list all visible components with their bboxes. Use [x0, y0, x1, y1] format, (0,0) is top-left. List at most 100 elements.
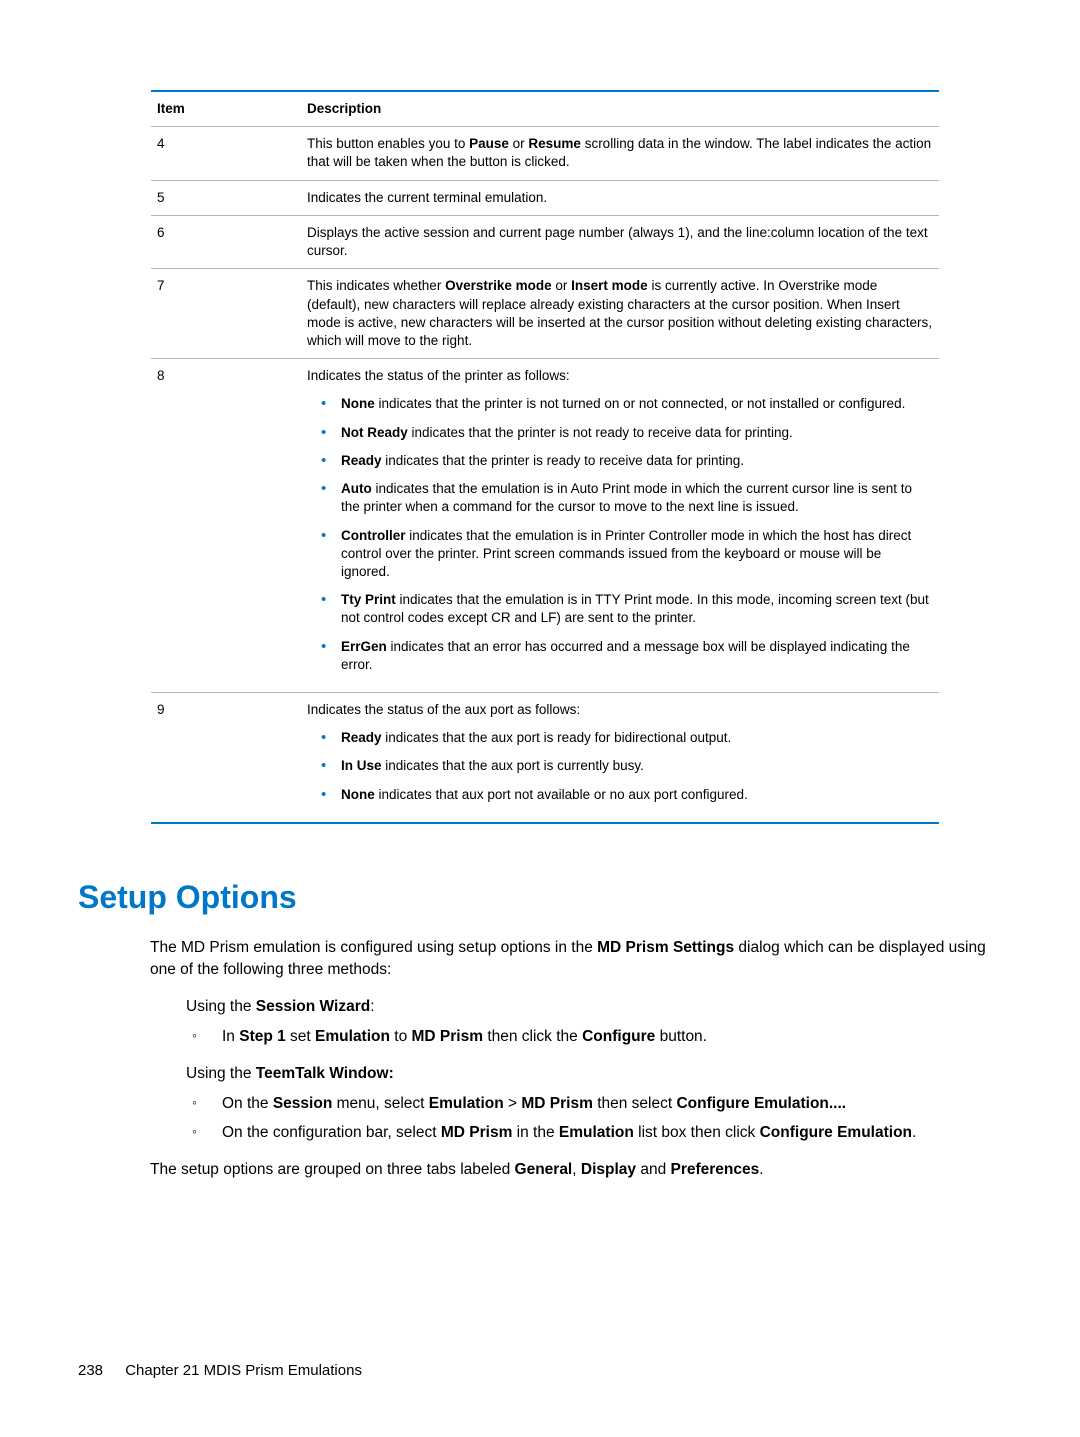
bold-text: Session: [273, 1095, 332, 1112]
bold-text: MD Prism: [441, 1124, 513, 1141]
bold-text: Step 1: [239, 1028, 286, 1045]
bold-text: Ready: [341, 730, 382, 745]
table-row: 4 This button enables you to Pause or Re…: [151, 127, 939, 180]
document-page: Item Description 4 This button enables y…: [0, 0, 1080, 1437]
bold-text: Overstrike mode: [445, 278, 552, 293]
text: Indicates the status of the aux port as …: [307, 702, 580, 717]
list-item: In Use indicates that the aux port is cu…: [321, 757, 933, 775]
text: list box then click: [634, 1124, 760, 1141]
text: to: [390, 1028, 412, 1045]
text: Using the: [186, 1065, 256, 1082]
cell-item: 5: [151, 180, 301, 215]
bold-text: MD Prism: [521, 1095, 593, 1112]
bold-text: Display: [581, 1161, 636, 1178]
bullet-list: Ready indicates that the aux port is rea…: [307, 729, 933, 804]
cell-desc: Displays the active session and current …: [301, 215, 939, 268]
bold-text: General: [515, 1161, 573, 1178]
bold-text: Emulation: [429, 1095, 504, 1112]
text: indicates that the emulation is in Auto …: [341, 481, 912, 514]
text: then select: [593, 1095, 677, 1112]
list-item: Controller indicates that the emulation …: [321, 527, 933, 582]
list-item: None indicates that aux port not availab…: [321, 786, 933, 804]
bold-text: Ready: [341, 453, 382, 468]
text: On the configuration bar, select: [222, 1124, 441, 1141]
text: The MD Prism emulation is configured usi…: [150, 939, 597, 956]
text: .: [912, 1124, 916, 1141]
text: ,: [572, 1161, 581, 1178]
table-row: 9 Indicates the status of the aux port a…: [151, 693, 939, 823]
bold-text: Emulation: [559, 1124, 634, 1141]
text: >: [504, 1095, 522, 1112]
page-footer: 238 Chapter 21 MDIS Prism Emulations: [78, 1361, 362, 1381]
bold-text: None: [341, 396, 375, 411]
text: indicates that the aux port is ready for…: [382, 730, 732, 745]
list-item: ErrGen indicates that an error has occur…: [321, 638, 933, 674]
text: indicates that the aux port is currently…: [382, 758, 644, 773]
bold-text: Auto: [341, 481, 372, 496]
text: The setup options are grouped on three t…: [150, 1161, 515, 1178]
sub-paragraph: Using the TeemTalk Window:: [186, 1063, 1002, 1085]
cell-item: 7: [151, 269, 301, 359]
bold-text: MD Prism Settings: [597, 939, 734, 956]
bold-text: Session Wizard: [256, 998, 370, 1015]
list-item: Ready indicates that the printer is read…: [321, 452, 933, 470]
cell-desc: Indicates the status of the printer as f…: [301, 359, 939, 693]
description-table: Item Description 4 This button enables y…: [151, 90, 939, 824]
table-header-row: Item Description: [151, 91, 939, 127]
bold-text: Controller: [341, 528, 406, 543]
text: then click the: [483, 1028, 582, 1045]
text: or: [509, 136, 529, 151]
bullet-list: None indicates that the printer is not t…: [307, 395, 933, 674]
list-item: Ready indicates that the aux port is rea…: [321, 729, 933, 747]
bold-text: Preferences: [671, 1161, 760, 1178]
text: :: [370, 998, 374, 1015]
page-heading: Setup Options: [78, 876, 1002, 919]
cell-item: 4: [151, 127, 301, 180]
bold-text: Pause: [469, 136, 509, 151]
list-item: On the configuration bar, select MD Pris…: [186, 1122, 1002, 1144]
text: .: [759, 1161, 763, 1178]
paragraph: The setup options are grouped on three t…: [150, 1159, 1002, 1181]
col-header-item: Item: [151, 91, 301, 127]
list-item: None indicates that the printer is not t…: [321, 395, 933, 413]
text: indicates that the emulation is in TTY P…: [341, 592, 929, 625]
cell-item: 8: [151, 359, 301, 693]
chapter-label: Chapter 21 MDIS Prism Emulations: [125, 1362, 362, 1379]
list-item: In Step 1 set Emulation to MD Prism then…: [186, 1026, 1002, 1048]
text: in the: [512, 1124, 559, 1141]
text: In: [222, 1028, 239, 1045]
cell-desc: This indicates whether Overstrike mode o…: [301, 269, 939, 359]
cell-desc: Indicates the status of the aux port as …: [301, 693, 939, 823]
table-row: 8 Indicates the status of the printer as…: [151, 359, 939, 693]
bold-text: Configure: [582, 1028, 655, 1045]
bold-text: Tty Print: [341, 592, 396, 607]
text: and: [636, 1161, 670, 1178]
list-item: Tty Print indicates that the emulation i…: [321, 591, 933, 627]
text: set: [286, 1028, 315, 1045]
text: or: [552, 278, 572, 293]
bold-text: Emulation: [315, 1028, 390, 1045]
bold-text: In Use: [341, 758, 382, 773]
text: indicates that the printer is ready to r…: [382, 453, 744, 468]
list-item: Not Ready indicates that the printer is …: [321, 424, 933, 442]
bold-text: ErrGen: [341, 639, 387, 654]
text: button.: [655, 1028, 707, 1045]
page-number: 238: [78, 1362, 103, 1379]
text: menu, select: [332, 1095, 429, 1112]
bold-text: Configure Emulation: [760, 1124, 912, 1141]
bold-text: MD Prism: [412, 1028, 484, 1045]
text: indicates that the printer is not ready …: [408, 425, 793, 440]
bold-text: None: [341, 787, 375, 802]
instruction-list: In Step 1 set Emulation to MD Prism then…: [186, 1026, 1002, 1048]
bold-text: Not Ready: [341, 425, 408, 440]
text: indicates that aux port not available or…: [375, 787, 748, 802]
text: indicates that the printer is not turned…: [375, 396, 906, 411]
cell-desc: This button enables you to Pause or Resu…: [301, 127, 939, 180]
cell-item: 9: [151, 693, 301, 823]
text: indicates that an error has occurred and…: [341, 639, 910, 672]
instruction-list: On the Session menu, select Emulation > …: [186, 1093, 1002, 1144]
cell-desc: Indicates the current terminal emulation…: [301, 180, 939, 215]
bold-text: Configure Emulation....: [676, 1095, 846, 1112]
text: This button enables you to: [307, 136, 469, 151]
text: indicates that the emulation is in Print…: [341, 528, 911, 579]
